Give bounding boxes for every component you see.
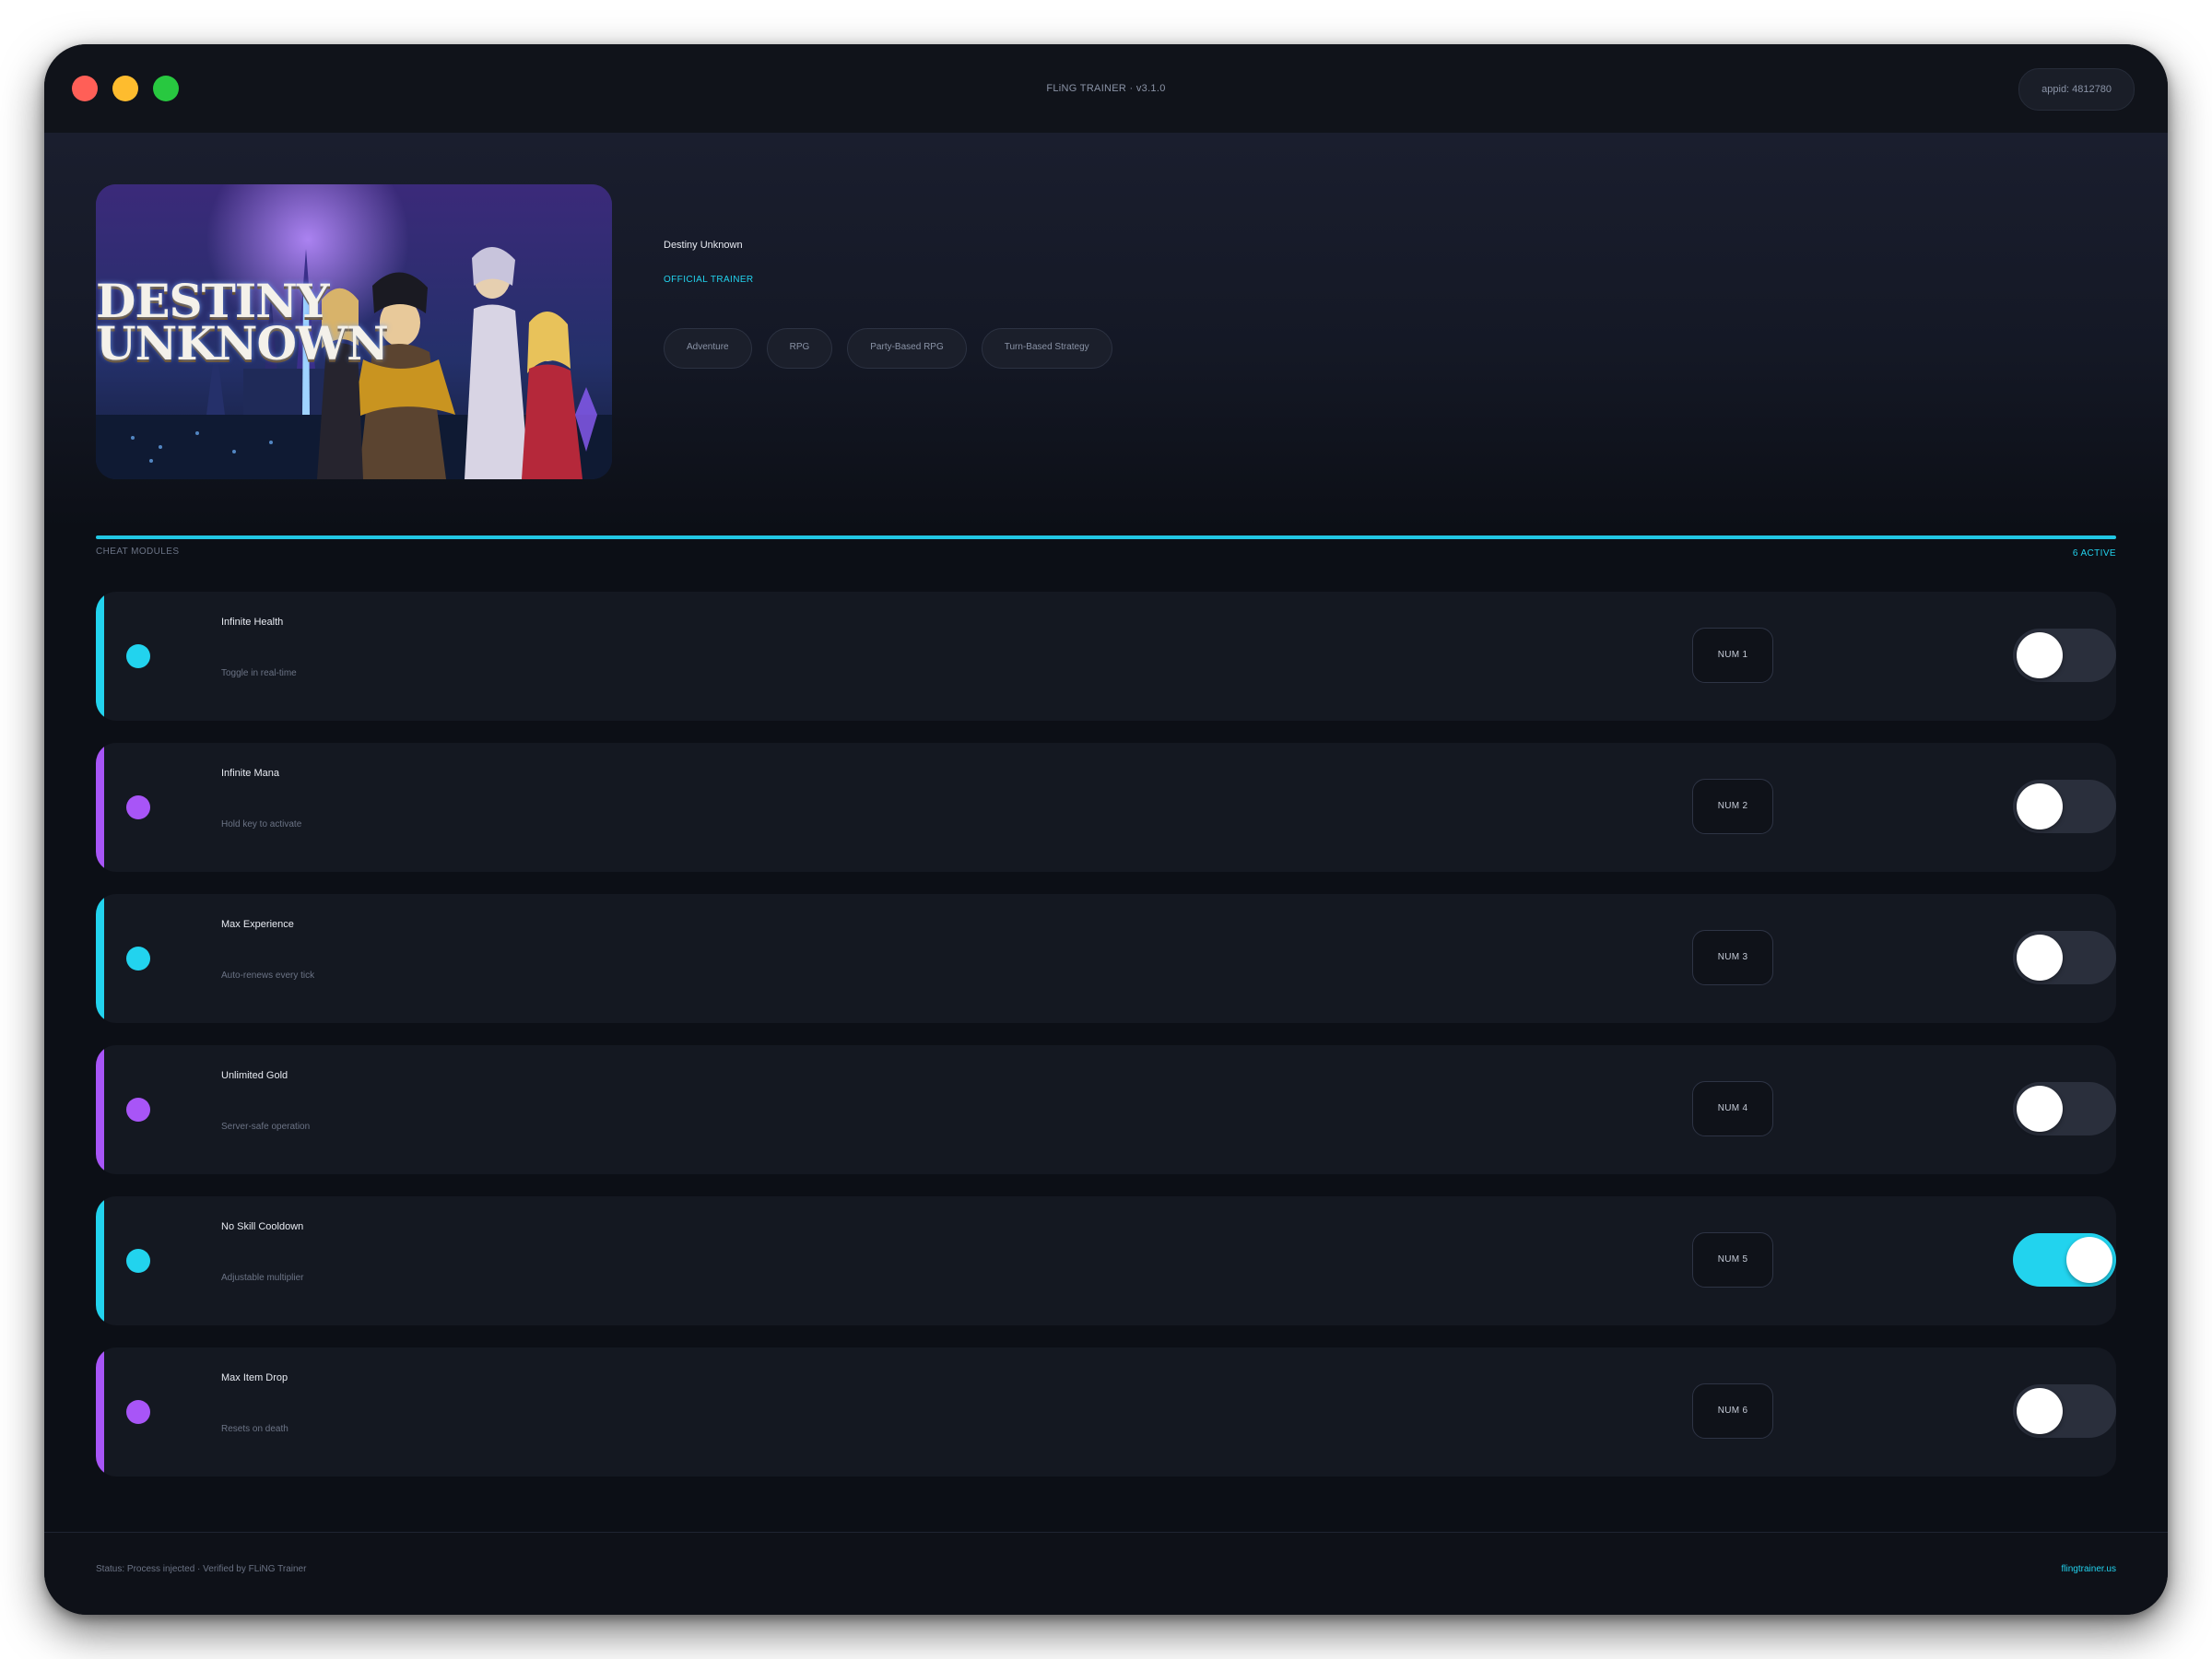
row-accent-bar [96, 592, 104, 721]
row-accent-bar [96, 894, 104, 1023]
cheat-name: Infinite Mana [221, 768, 279, 779]
status-footer: Status: Process injected · Verified by F… [44, 1532, 2168, 1615]
status-dot [126, 947, 150, 971]
toggle-knob [2017, 1086, 2063, 1132]
trainer-window: FLiNG TRAINER · v3.1.0 appid: 4812780 DE… [44, 44, 2168, 1615]
status-dot [126, 795, 150, 819]
cheat-row-max-item-drop: Max Item Drop Resets on death NUM 6 [96, 1347, 2116, 1477]
cheat-description: Toggle in real-time [221, 668, 297, 678]
status-dot [126, 1400, 150, 1424]
toggle-knob [2017, 935, 2063, 981]
cheat-description: Server-safe operation [221, 1122, 311, 1132]
toggle-knob [2017, 783, 2063, 830]
cheat-row-infinite-mana: Infinite Mana Hold key to activate NUM 2 [96, 743, 2116, 872]
cheat-description: Auto-renews every tick [221, 971, 315, 981]
cheat-toggle[interactable] [2013, 1082, 2116, 1135]
row-accent-bar [96, 743, 104, 872]
cheat-row-max-experience: Max Experience Auto-renews every tick NU… [96, 894, 2116, 1023]
cheat-description: Adjustable multiplier [221, 1273, 304, 1283]
hotkey-badge[interactable]: NUM 3 [1692, 930, 1773, 985]
cheat-name: Infinite Health [221, 617, 284, 628]
row-accent-bar [96, 1045, 104, 1174]
tag-rpg[interactable]: RPG [766, 328, 833, 369]
cheat-description: Resets on death [221, 1424, 288, 1434]
cheat-toggle[interactable] [2013, 629, 2116, 682]
section-label: CHEAT MODULES [96, 547, 180, 557]
cover-logo-text: DESTINY UNKNOWN [96, 274, 389, 371]
cheat-row-unlimited-gold: Unlimited Gold Server-safe operation NUM… [96, 1045, 2116, 1174]
cheat-description: Hold key to activate [221, 819, 302, 830]
status-dot [126, 1098, 150, 1122]
toggle-knob [2017, 632, 2063, 678]
game-cover-image: DESTINY UNKNOWN [96, 184, 612, 479]
cheat-row-infinite-health: Infinite Health Toggle in real-time NUM … [96, 592, 2116, 721]
cheat-toggle[interactable] [2013, 780, 2116, 833]
cheat-name: Max Experience [221, 919, 294, 930]
game-title: Destiny Unknown [664, 240, 743, 251]
appid-badge: appid: 4812780 [2018, 68, 2135, 111]
hotkey-badge[interactable]: NUM 1 [1692, 628, 1773, 683]
status-dot [126, 1249, 150, 1273]
cheat-toggle[interactable] [2013, 931, 2116, 984]
title-bar: FLiNG TRAINER · v3.1.0 appid: 4812780 [44, 44, 2168, 134]
tag-adventure[interactable]: Adventure [664, 328, 752, 369]
cheat-name: No Skill Cooldown [221, 1221, 304, 1232]
hotkey-badge[interactable]: NUM 6 [1692, 1383, 1773, 1439]
hotkey-badge[interactable]: NUM 4 [1692, 1081, 1773, 1136]
cheat-name: Unlimited Gold [221, 1070, 288, 1081]
section-divider [96, 535, 2116, 539]
row-accent-bar [96, 1347, 104, 1477]
tag-party-based-rpg[interactable]: Party-Based RPG [847, 328, 967, 369]
genre-tags: Adventure RPG Party-Based RPG Turn-Based… [664, 328, 1112, 369]
window-title: FLiNG TRAINER · v3.1.0 [1046, 83, 1166, 94]
tag-turn-based-strategy[interactable]: Turn-Based Strategy [981, 328, 1112, 369]
status-text: Status: Process injected · Verified by F… [96, 1564, 307, 1574]
cheat-toggle[interactable] [2013, 1233, 2116, 1287]
website-link[interactable]: flingtrainer.us [2062, 1564, 2116, 1574]
cheat-name: Max Item Drop [221, 1372, 288, 1383]
toggle-knob [2066, 1237, 2112, 1283]
toggle-knob [2017, 1388, 2063, 1434]
official-trainer-badge: OFFICIAL TRAINER [664, 275, 754, 285]
status-dot [126, 644, 150, 668]
game-header: DESTINY UNKNOWN Destiny Unknown OFFICIAL… [44, 133, 2168, 529]
row-accent-bar [96, 1196, 104, 1325]
cheat-row-no-skill-cooldown: No Skill Cooldown Adjustable multiplier … [96, 1196, 2116, 1325]
hotkey-badge[interactable]: NUM 2 [1692, 779, 1773, 834]
cheat-toggle[interactable] [2013, 1384, 2116, 1438]
active-count: 6 ACTIVE [2072, 548, 2116, 559]
hotkey-badge[interactable]: NUM 5 [1692, 1232, 1773, 1288]
